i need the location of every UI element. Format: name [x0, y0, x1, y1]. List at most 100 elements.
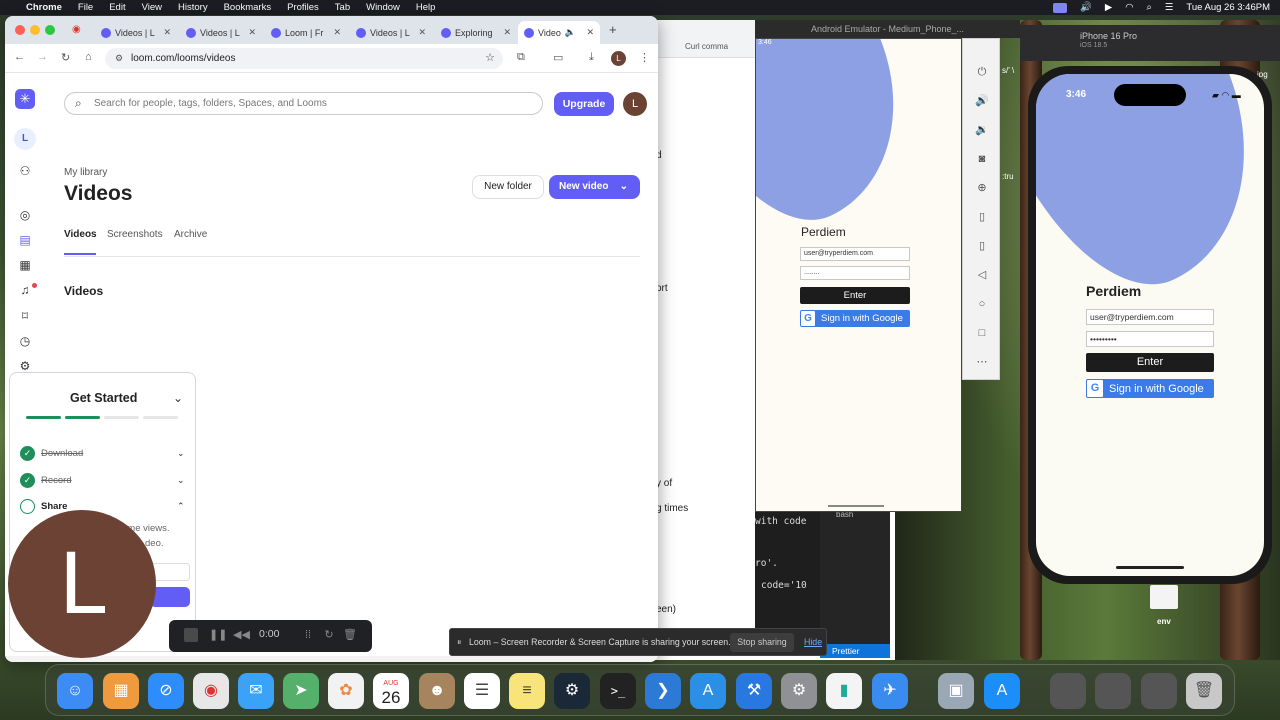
chrome-tab[interactable]: Loom | Fr ✕: [265, 21, 347, 44]
back-icon[interactable]: ←: [14, 51, 25, 63]
share-link-input[interactable]: [150, 563, 190, 581]
volume-down-icon[interactable]: 🔉: [975, 123, 989, 137]
system-settings-icon[interactable]: ⚙: [781, 673, 817, 709]
steam-icon[interactable]: ⚙: [554, 673, 590, 709]
search-spotlight-icon[interactable]: ⌕: [1147, 2, 1152, 13]
photos-icon[interactable]: ✿: [328, 673, 364, 709]
loom-logo-icon[interactable]: ✳: [15, 89, 35, 109]
android-google-signin-button[interactable]: G Sign in with Google: [800, 310, 910, 327]
minimize-window-icon[interactable]: [30, 25, 40, 35]
home-icon[interactable]: ⌂: [85, 51, 92, 63]
iphone-password-input[interactable]: •••••••••: [1086, 331, 1214, 347]
rotate-left-icon[interactable]: ▯: [975, 210, 989, 224]
iphone-google-signin-button[interactable]: G Sign in with Google: [1086, 379, 1214, 398]
xcode-icon[interactable]: ⚒: [736, 673, 772, 709]
step-record[interactable]: ✓ Record: [20, 473, 72, 488]
menu-view[interactable]: View: [142, 2, 162, 13]
invite-user-icon[interactable]: ⚇: [17, 163, 33, 179]
bookmark-icon[interactable]: ⌑: [17, 308, 33, 324]
menu-profiles[interactable]: Profiles: [287, 2, 319, 13]
address-bar[interactable]: ⚙ loom.com/looms/videos ☆: [105, 48, 503, 69]
chrome-icon[interactable]: ◉: [193, 673, 229, 709]
download-icon[interactable]: ⤓: [589, 51, 594, 64]
tab-videos[interactable]: Videos: [64, 229, 97, 240]
menu-history[interactable]: History: [178, 2, 208, 13]
library-icon[interactable]: ▤: [17, 232, 33, 248]
chrome-tab[interactable]: Videos | L ✕: [95, 21, 177, 44]
upgrade-button[interactable]: Upgrade: [554, 92, 614, 116]
menu-help[interactable]: Help: [416, 2, 436, 13]
reminders-icon[interactable]: ☰: [464, 673, 500, 709]
close-window-icon[interactable]: [15, 25, 25, 35]
bookmark-star-icon[interactable]: ☆: [485, 48, 495, 69]
android-studio-icon[interactable]: A: [690, 673, 726, 709]
recent-window-thumbnail[interactable]: [1050, 673, 1086, 709]
recent-window-thumbnail[interactable]: [1095, 673, 1131, 709]
restart-icon[interactable]: ↻: [322, 628, 336, 642]
chrome-menu-icon[interactable]: ⋮: [639, 51, 650, 64]
collapse-chevron-icon[interactable]: ⌄: [173, 391, 183, 405]
audio-icon[interactable]: 🔈: [565, 27, 576, 38]
chrome-profile-avatar[interactable]: L: [611, 51, 626, 66]
maps-icon[interactable]: ➤: [283, 673, 319, 709]
contacts-icon[interactable]: ☻: [419, 673, 455, 709]
pause-share-icon[interactable]: ⏸: [457, 629, 461, 655]
maximize-window-icon[interactable]: [45, 25, 55, 35]
calendar-icon[interactable]: ▦: [17, 257, 33, 273]
camera-bubble-avatar[interactable]: L: [8, 510, 156, 658]
close-tab-icon[interactable]: ✕: [503, 27, 511, 38]
new-video-button[interactable]: New video ⌄: [549, 175, 640, 199]
step-download[interactable]: ✓ Download: [20, 446, 83, 461]
hide-link[interactable]: Hide: [804, 629, 822, 655]
screen-share-indicator-icon[interactable]: [1053, 2, 1068, 13]
vscode-icon[interactable]: ❯: [645, 673, 681, 709]
chrome-tab[interactable]: Exploring ✕: [435, 21, 517, 44]
folder-label[interactable]: env: [1157, 617, 1171, 626]
tab-archive[interactable]: Archive: [174, 229, 207, 240]
camera-icon[interactable]: ◙: [975, 152, 989, 166]
close-tab-icon[interactable]: ✕: [248, 27, 256, 38]
rotate-right-icon[interactable]: ▯: [975, 239, 989, 253]
menubar-clock[interactable]: Tue Aug 26 3:46PM: [1186, 2, 1270, 13]
menu-edit[interactable]: Edit: [109, 2, 125, 13]
finder-icon[interactable]: ☺: [57, 673, 93, 709]
safari-icon[interactable]: ⊘: [148, 673, 184, 709]
tab-search-icon[interactable]: ▭: [553, 51, 563, 64]
editor-tab[interactable]: Curl comma: [685, 42, 728, 51]
chevron-down-icon[interactable]: ⌄: [620, 175, 628, 199]
grid-icon[interactable]: ⁞⁞: [301, 628, 315, 642]
zoom-icon[interactable]: ⊕: [975, 181, 989, 195]
close-tab-icon[interactable]: ✕: [163, 27, 171, 38]
app-store-icon[interactable]: A: [984, 673, 1020, 709]
new-folder-button[interactable]: New folder: [472, 175, 544, 199]
calendar-app-icon[interactable]: AUG 26: [373, 673, 409, 709]
chrome-tab[interactable]: Videos | L ✕: [350, 21, 432, 44]
app-icon[interactable]: ▮: [826, 673, 862, 709]
stop-recording-icon[interactable]: [184, 628, 198, 642]
overview-icon[interactable]: □: [975, 326, 989, 340]
volume-up-icon[interactable]: 🔊: [975, 94, 989, 108]
pause-icon[interactable]: ❚❚: [209, 628, 227, 642]
new-tab-icon[interactable]: +: [609, 22, 617, 37]
volume-icon[interactable]: 🔊: [1080, 2, 1092, 13]
control-center-icon[interactable]: ☰: [1165, 2, 1174, 13]
close-tab-icon[interactable]: ✕: [586, 27, 594, 38]
menu-chrome[interactable]: Chrome: [26, 2, 62, 13]
trash-icon[interactable]: 🗑: [1186, 673, 1222, 709]
trash-icon[interactable]: 🗑: [343, 628, 357, 642]
play-icon[interactable]: ▶: [1105, 2, 1112, 13]
more-icon[interactable]: ⋯: [975, 355, 989, 369]
android-screen[interactable]: 3:46 Perdiem user@tryperdiem.com .......…: [755, 38, 962, 512]
prettier-status[interactable]: Prettier: [832, 646, 859, 656]
chrome-tab-active[interactable]: Video 🔈 ✕: [518, 21, 600, 44]
workspace-avatar[interactable]: L: [14, 128, 36, 150]
menu-bookmarks[interactable]: Bookmarks: [224, 2, 272, 13]
menu-file[interactable]: File: [78, 2, 93, 13]
simulator-icon[interactable]: ✈: [872, 673, 908, 709]
preview-icon[interactable]: ▣: [938, 673, 974, 709]
menu-window[interactable]: Window: [366, 2, 400, 13]
search-input[interactable]: ⌕ Search for people, tags, folders, Spac…: [64, 92, 543, 115]
step-share[interactable]: Share: [20, 499, 67, 514]
iphone-enter-button[interactable]: Enter: [1086, 353, 1214, 372]
forward-icon[interactable]: →: [37, 51, 48, 63]
